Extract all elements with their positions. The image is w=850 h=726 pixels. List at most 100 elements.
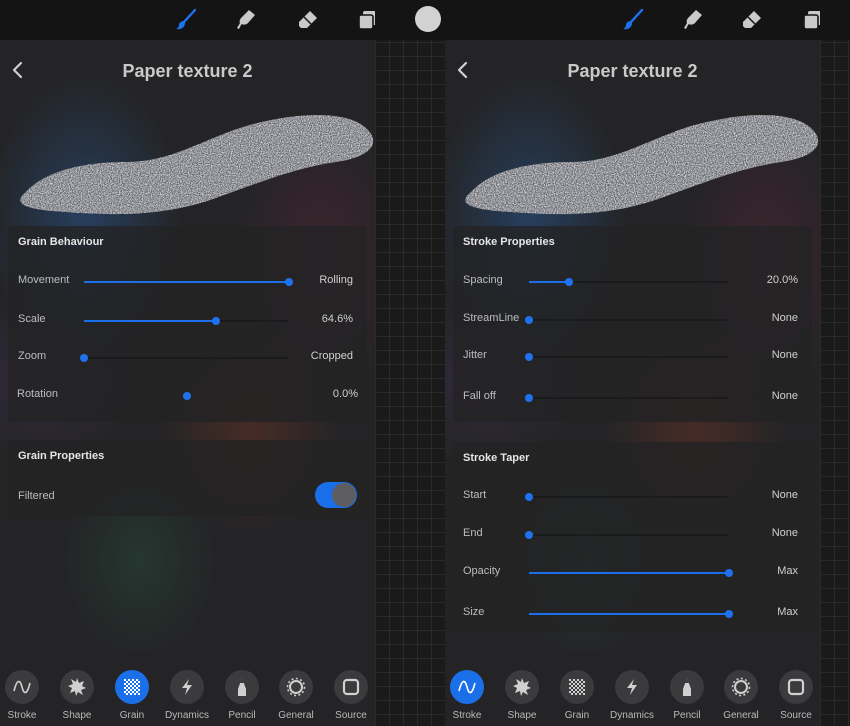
starburst-icon bbox=[505, 670, 539, 704]
tab-source[interactable]: Source bbox=[769, 668, 820, 721]
starburst-icon bbox=[60, 670, 94, 704]
tab-label: Dynamics bbox=[610, 710, 654, 721]
brush-settings-panel-left: Paper texture 2 Grain Behaviour Movement… bbox=[0, 0, 375, 726]
tab-pencil[interactable]: Pencil bbox=[660, 668, 714, 721]
tab-stroke[interactable]: Stroke bbox=[0, 668, 49, 721]
square-icon bbox=[779, 670, 813, 704]
slider-label: Start bbox=[463, 489, 487, 501]
tab-stroke[interactable]: Stroke bbox=[445, 668, 494, 721]
slider-value: Cropped bbox=[310, 350, 353, 362]
slider-knob[interactable] bbox=[525, 493, 533, 501]
streamline-slider-row[interactable]: StreamLine None bbox=[453, 309, 812, 329]
slider-knob[interactable] bbox=[725, 569, 733, 577]
smudge-icon[interactable] bbox=[232, 6, 260, 34]
square-icon bbox=[334, 670, 368, 704]
slider-track[interactable] bbox=[84, 392, 289, 400]
canvas-grid bbox=[375, 0, 445, 726]
slider-track[interactable] bbox=[525, 353, 729, 361]
jitter-slider-row[interactable]: Jitter None bbox=[453, 346, 812, 366]
gear-icon bbox=[279, 670, 313, 704]
tab-dynamics[interactable]: Dynamics bbox=[160, 668, 214, 721]
tab-label: Stroke bbox=[452, 710, 482, 721]
slider-knob[interactable] bbox=[525, 531, 533, 539]
slider-track[interactable] bbox=[84, 317, 289, 325]
slider-track[interactable] bbox=[525, 394, 729, 402]
slider-knob[interactable] bbox=[182, 392, 191, 400]
spacing-slider-row[interactable]: Spacing 20.0% bbox=[453, 271, 812, 291]
brush-title: Paper texture 2 bbox=[122, 61, 253, 81]
opacity-slider-row[interactable]: Opacity Max bbox=[453, 562, 812, 582]
gear-icon bbox=[724, 670, 758, 704]
filtered-toggle[interactable] bbox=[315, 482, 357, 508]
slider-value: None bbox=[771, 390, 798, 402]
brush-title: Paper texture 2 bbox=[567, 61, 698, 81]
zoom-slider-row[interactable]: Zoom Cropped bbox=[8, 347, 367, 367]
tab-dynamics[interactable]: Dynamics bbox=[605, 668, 659, 721]
tab-label: Shape bbox=[507, 710, 537, 721]
tab-label: Stroke bbox=[7, 710, 37, 721]
top-toolbar-gap bbox=[375, 0, 445, 40]
rotation-slider-row[interactable]: Rotation 0.0% bbox=[8, 385, 367, 405]
tab-shape[interactable]: Shape bbox=[495, 668, 549, 721]
section-title: Grain Behaviour bbox=[18, 236, 104, 248]
slider-track[interactable] bbox=[80, 354, 289, 362]
section-title: Grain Properties bbox=[18, 450, 105, 462]
brush-icon[interactable] bbox=[172, 6, 200, 34]
slider-label: End bbox=[463, 527, 483, 539]
eraser-icon[interactable] bbox=[294, 6, 322, 34]
layers-icon[interactable] bbox=[354, 6, 375, 34]
tab-source[interactable]: Source bbox=[324, 668, 375, 721]
slider-value: Max bbox=[777, 565, 798, 577]
color-icon[interactable] bbox=[415, 6, 441, 32]
tab-grain[interactable]: Grain bbox=[550, 668, 604, 721]
top-toolbar-left bbox=[0, 0, 375, 40]
slider-label: StreamLine bbox=[463, 312, 520, 324]
brush-settings-panel-right: Paper texture 2 Stroke Properties Spacin… bbox=[445, 0, 820, 726]
stroke-preview bbox=[20, 115, 374, 215]
tab-pencil[interactable]: Pencil bbox=[215, 668, 269, 721]
lightning-icon bbox=[170, 670, 204, 704]
slider-value: None bbox=[771, 349, 798, 361]
slider-knob[interactable] bbox=[285, 278, 293, 286]
tab-shape[interactable]: Shape bbox=[50, 668, 104, 721]
eraser-icon[interactable] bbox=[738, 6, 766, 34]
end-slider-row[interactable]: End None bbox=[453, 524, 812, 544]
slider-knob[interactable] bbox=[212, 317, 221, 325]
slider-value: None bbox=[771, 489, 798, 501]
slider-track[interactable] bbox=[84, 278, 293, 286]
slider-knob[interactable] bbox=[80, 354, 88, 362]
slider-track[interactable] bbox=[529, 569, 733, 577]
start-slider-row[interactable]: Start None bbox=[453, 486, 812, 506]
checker-icon bbox=[560, 670, 594, 704]
header-left: Paper texture 2 bbox=[0, 52, 375, 92]
slider-knob[interactable] bbox=[525, 394, 533, 402]
slider-knob[interactable] bbox=[565, 278, 573, 286]
slider-track[interactable] bbox=[529, 278, 729, 286]
slider-value: 64.6% bbox=[321, 313, 353, 325]
slider-track[interactable] bbox=[529, 610, 733, 618]
slider-track[interactable] bbox=[525, 493, 729, 501]
falloff-slider-row[interactable]: Fall off None bbox=[453, 387, 812, 407]
tab-grain[interactable]: Grain bbox=[105, 668, 159, 721]
slider-label: Spacing bbox=[463, 274, 503, 286]
top-toolbar-right bbox=[445, 0, 820, 40]
tab-label: Source bbox=[335, 710, 367, 721]
movement-slider-row[interactable]: Movement Rolling bbox=[8, 271, 367, 291]
slider-knob[interactable] bbox=[725, 610, 733, 618]
layers-icon[interactable] bbox=[799, 6, 820, 34]
slider-knob[interactable] bbox=[525, 353, 533, 361]
smudge-icon[interactable] bbox=[679, 6, 707, 34]
slider-knob[interactable] bbox=[525, 316, 533, 324]
slider-value: Rolling bbox=[319, 274, 353, 286]
slider-track[interactable] bbox=[525, 316, 729, 324]
slider-track[interactable] bbox=[525, 531, 729, 539]
tab-general[interactable]: General bbox=[714, 668, 768, 721]
tab-general[interactable]: General bbox=[269, 668, 323, 721]
size-slider-row[interactable]: Size Max bbox=[453, 603, 812, 623]
lightning-icon bbox=[615, 670, 649, 704]
scale-slider-row[interactable]: Scale 64.6% bbox=[8, 310, 367, 330]
stroke-preview bbox=[465, 115, 819, 215]
checker-icon bbox=[115, 670, 149, 704]
tab-label: Grain bbox=[119, 710, 145, 721]
brush-icon[interactable] bbox=[619, 6, 647, 34]
